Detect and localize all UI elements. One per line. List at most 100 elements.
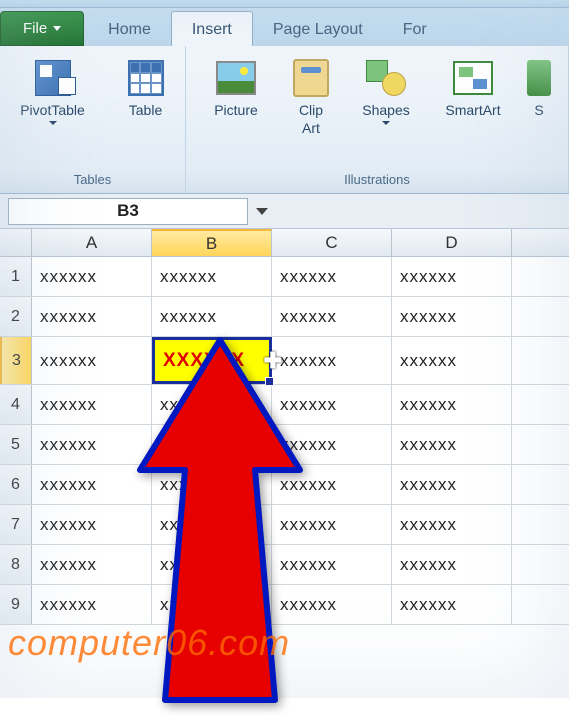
table-row: 7 xxxxxx xxxxxx xxxxxx xxxxxx [0,505,569,545]
col-header-D[interactable]: D [392,229,512,256]
clipart-button[interactable]: Clip Art [282,52,340,140]
tab-insert[interactable]: Insert [171,11,253,46]
cell-B1[interactable]: xxxxxx [152,257,272,296]
cell-B9[interactable]: xxxxxx [152,585,272,624]
clipart-label-1: Clip [299,102,323,118]
cell-A5[interactable]: xxxxxx [32,425,152,464]
cell-A9[interactable]: xxxxxx [32,585,152,624]
cell-D4[interactable]: xxxxxx [392,385,512,424]
file-tab[interactable]: File [0,11,84,46]
screenshot-button-partial[interactable]: S [524,52,554,122]
cell-C5[interactable]: xxxxxx [272,425,392,464]
picture-icon [216,61,256,95]
row-header-5[interactable]: 5 [0,425,32,464]
group-label-illustrations: Illustrations [190,170,564,191]
cell-C1[interactable]: xxxxxx [272,257,392,296]
table-button[interactable]: Table [111,52,181,122]
pivottable-button[interactable]: PivotTable [5,52,101,129]
cell-C9[interactable]: xxxxxx [272,585,392,624]
cell-C2[interactable]: xxxxxx [272,297,392,336]
row-header-2[interactable]: 2 [0,297,32,336]
cell-A1[interactable]: xxxxxx [32,257,152,296]
worksheet: A B C D 1 xxxxxx xxxxxx xxxxxx xxxxxx 2 … [0,229,569,625]
table-row: 6 xxxxxx xxxxxx xxxxxx xxxxxx [0,465,569,505]
grid-rows: 1 xxxxxx xxxxxx xxxxxx xxxxxx 2 xxxxxx x… [0,257,569,625]
row-header-1[interactable]: 1 [0,257,32,296]
name-box-dropdown[interactable] [251,200,273,222]
table-row: 4 xxxxxx xxxxxx xxxxxx xxxxxx [0,385,569,425]
cell-A3[interactable]: xxxxxx [32,337,152,384]
cell-C8[interactable]: xxxxxx [272,545,392,584]
cell-D2[interactable]: xxxxxx [392,297,512,336]
pivottable-icon [35,60,71,96]
row-header-9[interactable]: 9 [0,585,32,624]
plus-cursor-icon: ✚ [264,348,283,374]
col-header-A[interactable]: A [32,229,152,256]
cell-A4[interactable]: xxxxxx [32,385,152,424]
name-box[interactable]: B3 [8,198,248,225]
chevron-down-icon [53,26,61,31]
cell-A6[interactable]: xxxxxx [32,465,152,504]
title-bar [0,0,569,8]
shapes-label: Shapes [362,102,409,118]
smartart-icon [453,61,493,95]
picture-label: Picture [214,102,258,118]
row-header-8[interactable]: 8 [0,545,32,584]
select-all-corner[interactable] [0,229,32,256]
cell-B5[interactable]: xxxxxx [152,425,272,464]
cell-A7[interactable]: xxxxxx [32,505,152,544]
cell-D6[interactable]: xxxxxx [392,465,512,504]
row-header-7[interactable]: 7 [0,505,32,544]
cell-C4[interactable]: xxxxxx [272,385,392,424]
file-tab-label: File [23,20,47,37]
table-row: 9 xxxxxx xxxxxx xxxxxx xxxxxx [0,585,569,625]
group-label-tables: Tables [4,170,181,191]
row-header-6[interactable]: 6 [0,465,32,504]
name-box-bar: B3 [0,194,569,229]
cell-A8[interactable]: xxxxxx [32,545,152,584]
cell-D5[interactable]: xxxxxx [392,425,512,464]
table-row: 5 xxxxxx xxxxxx xxxxxx xxxxxx [0,425,569,465]
shapes-button[interactable]: Shapes [350,52,422,129]
col-header-C[interactable]: C [272,229,392,256]
cell-A2[interactable]: xxxxxx [32,297,152,336]
cell-B6[interactable]: xxxxxx [152,465,272,504]
watermark-text: computer06.com [8,622,290,664]
tab-home[interactable]: Home [88,12,171,46]
cell-C7[interactable]: xxxxxx [272,505,392,544]
table-row: 3 xxxxxx XXXXXX ✚ xxxxxx xxxxxx [0,337,569,385]
cell-C6[interactable]: xxxxxx [272,465,392,504]
row-header-4[interactable]: 4 [0,385,32,424]
fill-handle[interactable] [265,377,274,386]
clipart-label-2: Art [302,120,320,136]
table-row: 1 xxxxxx xxxxxx xxxxxx xxxxxx [0,257,569,297]
chevron-down-icon [49,121,57,125]
cell-C3[interactable]: xxxxxx [272,337,392,384]
cell-B7[interactable]: xxxxxx [152,505,272,544]
cell-D7[interactable]: xxxxxx [392,505,512,544]
picture-button[interactable]: Picture [200,52,272,122]
column-headers: A B C D [0,229,569,257]
table-row: 2 xxxxxx xxxxxx xxxxxx xxxxxx [0,297,569,337]
name-box-value: B3 [117,201,139,221]
chevron-down-icon [382,121,390,125]
shapes-icon [366,60,406,96]
cell-D3[interactable]: xxxxxx [392,337,512,384]
col-header-B[interactable]: B [152,229,272,256]
tab-formulas-partial[interactable]: For [383,12,447,46]
tab-page-layout[interactable]: Page Layout [253,12,383,46]
row-header-3[interactable]: 3 [0,337,32,384]
cell-B8[interactable]: xxxxxx [152,545,272,584]
table-label: Table [129,102,162,118]
ribbon-group-tables: PivotTable Table Tables [0,46,186,193]
cell-D9[interactable]: xxxxxx [392,585,512,624]
ribbon-tabstrip: File Home Insert Page Layout For [0,8,569,46]
clipart-icon [293,59,329,97]
cell-B2[interactable]: xxxxxx [152,297,272,336]
cell-B4[interactable]: xxxxxx [152,385,272,424]
cell-D8[interactable]: xxxxxx [392,545,512,584]
ribbon: PivotTable Table Tables Picture ClipArt … [0,46,569,194]
cell-B3-selected[interactable]: XXXXXX ✚ [152,337,272,384]
cell-D1[interactable]: xxxxxx [392,257,512,296]
smartart-button[interactable]: SmartArt [432,52,514,122]
